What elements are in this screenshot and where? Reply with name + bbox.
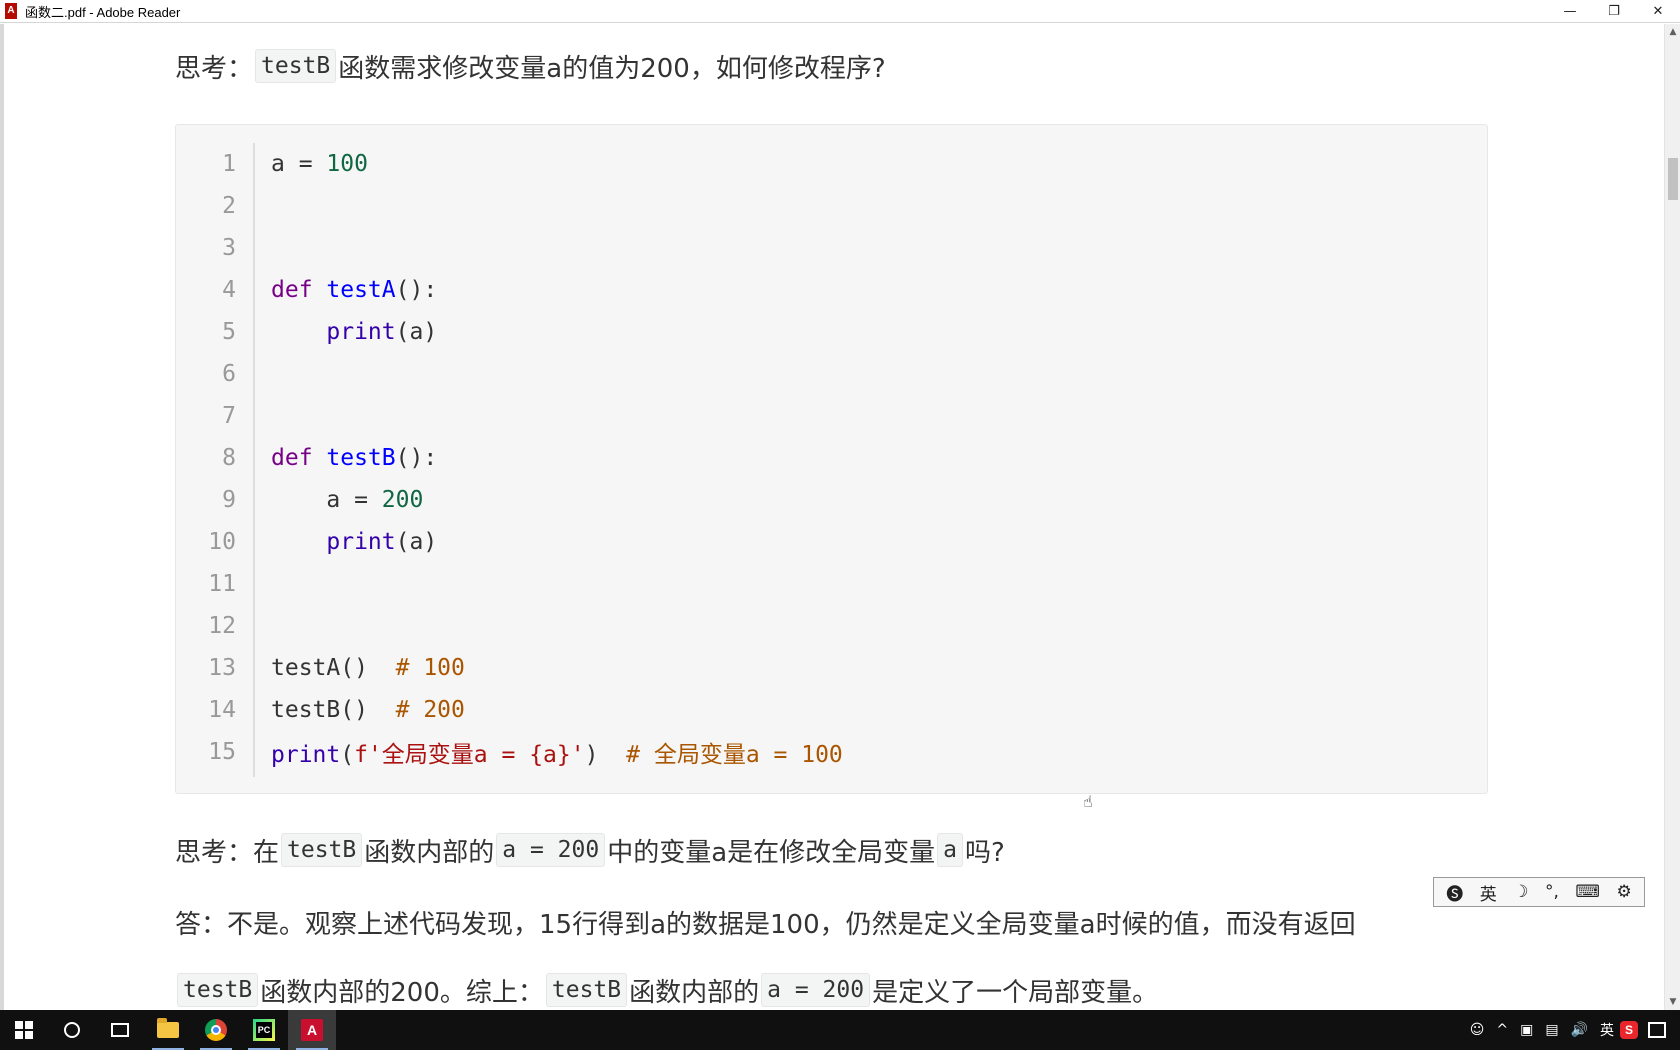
vertical-scrollbar[interactable]: ▲ ▼ [1664,24,1680,1010]
settings-gear-icon[interactable]: ⚙ [1616,882,1631,902]
ime-language-toggle[interactable]: 英 [1480,880,1497,905]
windows-logo-icon [15,1021,33,1039]
answer-line-2: testB 函数内部的200。综上： testB 函数内部的 a = 200 是… [175,970,1158,1010]
taskbar-chrome[interactable] [192,1010,240,1050]
question-1: 思考： testB 函数需求修改变量a的值为200，如何修改程序? [175,46,886,86]
question-2: 思考：在 testB 函数内部的 a = 200 中的变量a是在修改全局变量 a… [175,830,1005,870]
taskbar: A ☺ ^ ▣ ▤ 🔊 英 S [0,1010,1680,1050]
window-controls: — ❐ ✕ [1548,0,1680,23]
line-number: 3 [222,235,236,261]
code-line: 7 [176,395,1476,437]
line-number: 11 [208,571,236,597]
taskbar-file-explorer[interactable] [144,1010,192,1050]
inline-code-testB: testB [255,49,337,83]
code-line: 5 print(a) [176,311,1476,353]
line-number: 1 [222,151,236,177]
half-width-moon-icon[interactable]: ☽ [1513,882,1528,902]
line-number: 14 [208,697,236,723]
line-number: 8 [222,445,236,471]
code-line: 1 a = 100 [176,143,1476,185]
document-viewport[interactable]: 思考： testB 函数需求修改变量a的值为200，如何修改程序? 1 a = … [0,24,1664,1010]
tray-app-icon[interactable]: ▣ [1520,1022,1533,1038]
taskbar-pycharm[interactable] [240,1010,288,1050]
keyboard-icon[interactable]: ⌨ [1575,882,1600,902]
question-1-prefix: 思考： [175,53,254,84]
tray-ime-indicator[interactable]: 英 [1600,1020,1614,1040]
scroll-up-arrow-icon[interactable]: ▲ [1665,24,1680,40]
code-block: 1 a = 100 2 3 4 def testA(): 5 print(a) … [175,124,1488,794]
sogou-logo-icon[interactable]: 🅢 [1446,880,1463,905]
punctuation-icon[interactable]: °, [1545,882,1559,902]
code-line: 4 def testA(): [176,269,1476,311]
line-number: 7 [222,403,236,429]
volume-icon[interactable]: 🔊 [1571,1022,1588,1038]
task-view-icon [111,1023,129,1037]
title-bar: A 函数二.pdf - Adobe Reader — ❐ ✕ [0,0,1680,23]
inline-code: a [937,833,964,867]
inline-code: a = 200 [761,973,871,1007]
code-line: 14 testB() # 200 [176,689,1476,731]
line-number: 2 [222,193,236,219]
question-1-text: 函数需求修改变量a的值为200，如何修改程序? [338,53,886,84]
code-line: 3 [176,227,1476,269]
line-number: 9 [222,487,236,513]
line-number: 12 [208,613,236,639]
code-line: 8 def testB(): [176,437,1476,479]
scroll-down-arrow-icon[interactable]: ▼ [1665,994,1680,1010]
code-line: 10 print(a) [176,521,1476,563]
start-button[interactable] [0,1010,48,1050]
tray-chevron-icon[interactable]: ^ [1496,1022,1508,1038]
search-button[interactable] [48,1010,96,1050]
people-icon[interactable]: ☺ [1470,1022,1485,1038]
notification-center-icon[interactable] [1648,1022,1666,1038]
window-title: 函数二.pdf - Adobe Reader [25,4,181,20]
restore-button[interactable]: ❐ [1592,0,1636,23]
code-line: 12 [176,605,1476,647]
hand-cursor-icon: ☝ [1083,792,1093,811]
code-line: 9 a = 200 [176,479,1476,521]
code-line: 11 [176,563,1476,605]
acrobat-icon: A [301,1019,323,1041]
line-number: 5 [222,319,236,345]
adobe-reader-icon: A [3,3,19,19]
code-line: 13 testA() # 100 [176,647,1476,689]
search-circle-icon [64,1022,80,1038]
close-button[interactable]: ✕ [1636,0,1680,23]
line-number: 4 [222,277,236,303]
inline-code: testB [177,973,259,1007]
code-line: 2 [176,185,1476,227]
scrollbar-thumb[interactable] [1668,158,1678,200]
sogou-tray-icon[interactable]: S [1620,1021,1638,1039]
inline-code: testB [545,973,628,1007]
inline-code: testB [281,833,363,867]
code-line: 15 print(f'全局变量a = {a}') # 全局变量a = 100 [176,731,1476,773]
folder-icon [157,1018,179,1038]
pycharm-icon [253,1019,275,1041]
viewport-left-edge [0,24,4,1010]
chrome-icon [205,1019,227,1041]
code-line: 6 [176,353,1476,395]
network-icon[interactable]: ▤ [1545,1022,1558,1038]
task-view-button[interactable] [96,1010,144,1050]
ime-toolbar: 🅢 英 ☽ °, ⌨ ⚙ [1433,877,1645,907]
minimize-button[interactable]: — [1548,0,1592,23]
inline-code: a = 200 [496,833,606,867]
system-tray: ☺ ^ ▣ ▤ 🔊 英 S [1464,1010,1680,1050]
line-number: 13 [208,655,236,681]
line-number: 10 [208,529,236,555]
line-number: 15 [208,739,236,765]
line-number: 6 [222,361,236,387]
taskbar-adobe-reader[interactable]: A [288,1010,336,1050]
answer-line-1: 答：不是。观察上述代码发现，15行得到a的数据是100，仍然是定义全局变量a时候… [175,909,1356,940]
